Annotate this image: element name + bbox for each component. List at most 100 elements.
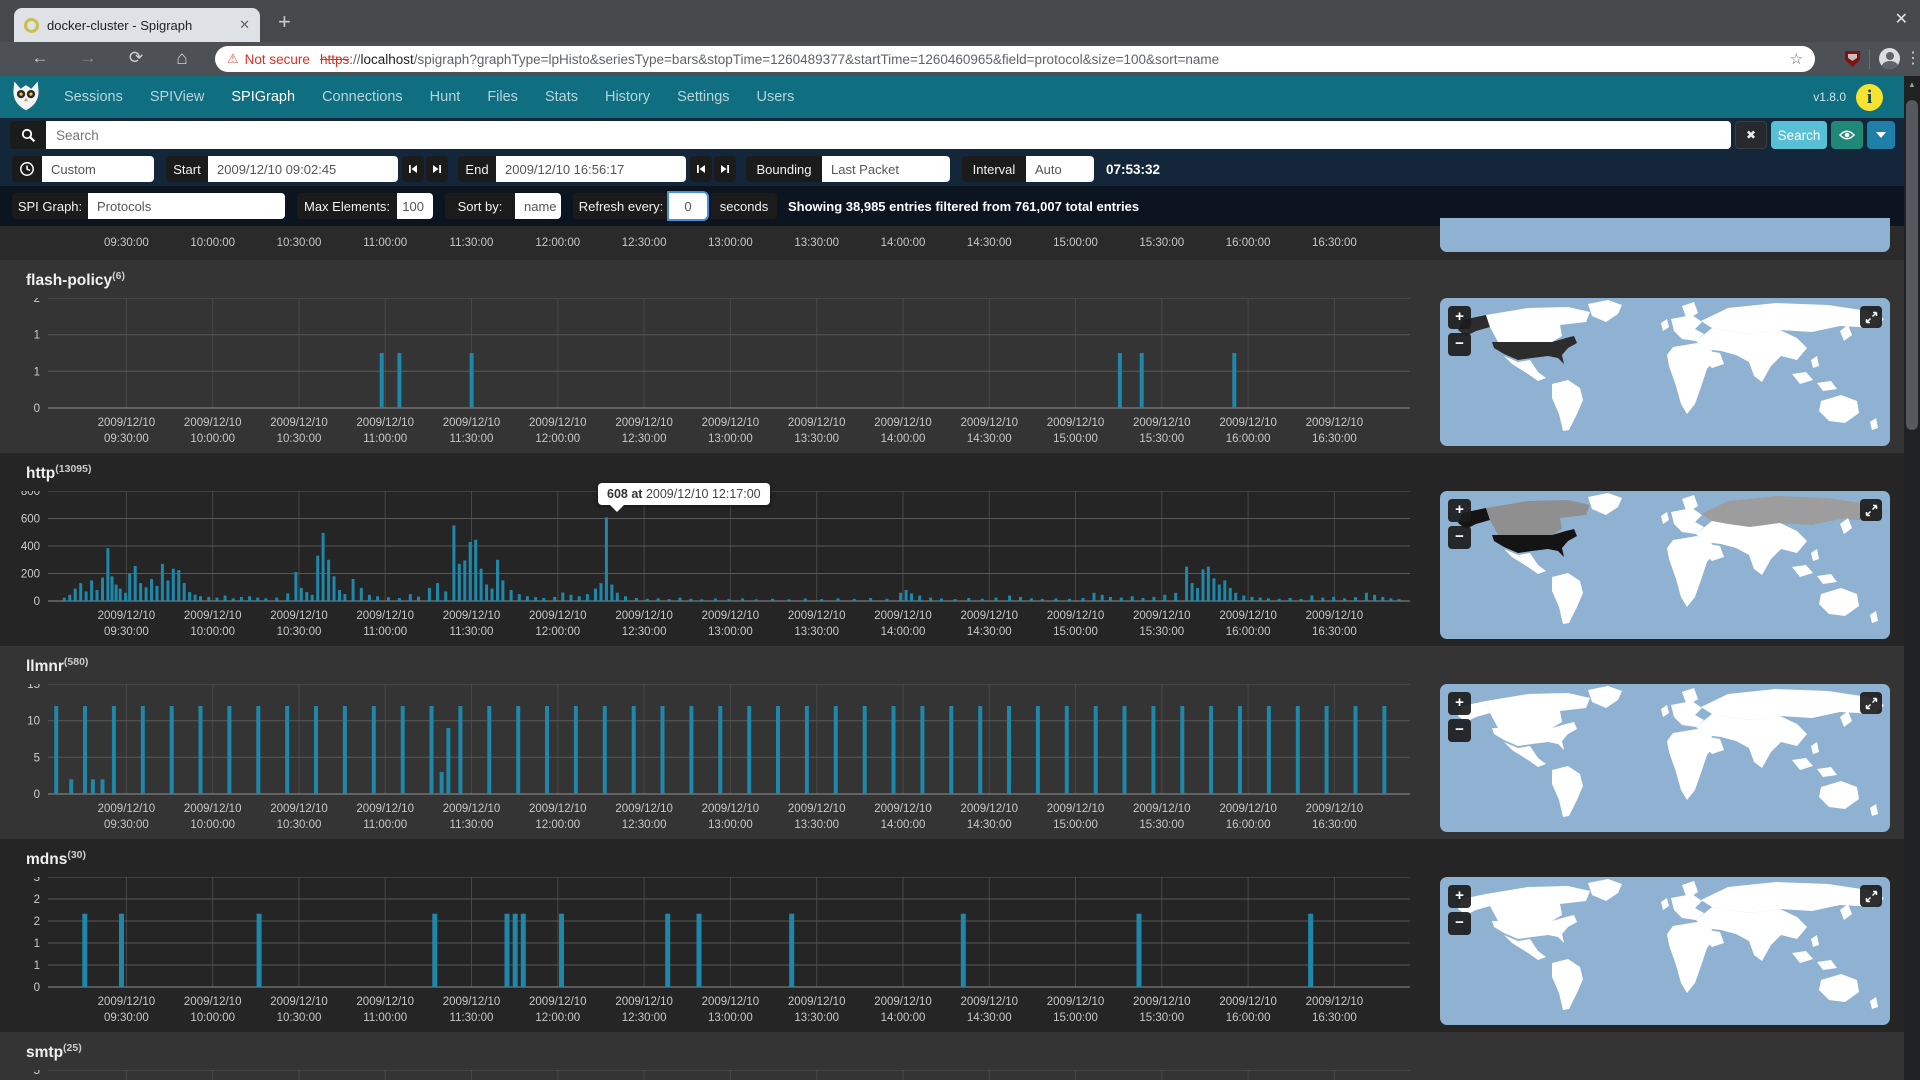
nav-item-history[interactable]: History xyxy=(605,89,650,105)
browser-tab[interactable]: docker-cluster - Spigraph ✕ xyxy=(14,8,260,42)
map-expand-icon[interactable] xyxy=(1860,306,1882,328)
svg-text:2009/12/10: 2009/12/10 xyxy=(98,417,156,429)
svg-text:2009/12/10: 2009/12/10 xyxy=(1219,610,1277,622)
country-russia xyxy=(1701,882,1884,913)
search-button[interactable]: Search xyxy=(1771,121,1827,149)
map-expand-icon[interactable] xyxy=(1860,885,1882,907)
start-time-input[interactable]: 2009/12/10 09:02:45 xyxy=(208,156,398,182)
end-step-forward-icon[interactable] xyxy=(714,156,736,182)
world-map-llmnr[interactable]: +− xyxy=(1440,684,1890,832)
nav-item-spiview[interactable]: SPIView xyxy=(150,89,205,105)
protocol-title-mdns[interactable]: mdns(30) xyxy=(26,849,86,869)
browser-menu-icon[interactable]: ⋮ xyxy=(1905,48,1920,68)
new-tab-button[interactable]: + xyxy=(278,9,291,35)
address-bar[interactable]: ⚠ Not secure https :// localhost /spigra… xyxy=(215,46,1815,72)
map-expand-icon[interactable] xyxy=(1860,499,1882,521)
nav-item-sessions[interactable]: Sessions xyxy=(64,89,123,105)
forward-icon[interactable]: → xyxy=(76,48,100,68)
map-expand-icon[interactable] xyxy=(1860,692,1882,714)
map-zoom-out-button[interactable]: − xyxy=(1448,912,1471,935)
svg-text:2009/12/10: 2009/12/10 xyxy=(1306,996,1364,1008)
svg-text:12:00:00: 12:00:00 xyxy=(535,626,580,638)
url-path: /spigraph?graphType=lpHisto&seriesType=b… xyxy=(414,52,1219,67)
country-greenland xyxy=(1588,686,1622,708)
country-japan xyxy=(1840,518,1852,534)
chart-http[interactable]: 80060040020002009/12/1009:30:002009/12/1… xyxy=(0,491,1432,641)
country-europe xyxy=(1671,508,1704,534)
refresh-every-input[interactable]: 0 xyxy=(669,193,707,219)
nav-item-users[interactable]: Users xyxy=(757,89,795,105)
protocol-title-flash-policy[interactable]: flash-policy(6) xyxy=(26,270,125,290)
svg-text:600: 600 xyxy=(21,514,40,526)
svg-text:3: 3 xyxy=(34,877,40,884)
map-zoom-out-button[interactable]: − xyxy=(1448,719,1471,742)
not-secure-label[interactable]: Not secure xyxy=(245,52,310,67)
map-zoom-in-button[interactable]: + xyxy=(1448,885,1471,908)
eye-view-button[interactable] xyxy=(1831,121,1863,149)
bookmark-star-icon[interactable]: ☆ xyxy=(1790,50,1803,68)
max-elements-input[interactable]: 100 xyxy=(397,193,433,219)
start-step-back-icon[interactable] xyxy=(402,156,424,182)
map-zoom-out-button[interactable]: − xyxy=(1448,526,1471,549)
protocol-title-http[interactable]: http(13095) xyxy=(26,463,91,483)
svg-text:15:00:00: 15:00:00 xyxy=(1053,819,1098,831)
world-map-mdns[interactable]: +− xyxy=(1440,877,1890,1025)
reload-icon[interactable]: ⟳ xyxy=(124,48,148,68)
end-time-input[interactable]: 2009/12/10 16:56:17 xyxy=(496,156,686,182)
map-zoom-in-button[interactable]: + xyxy=(1448,499,1471,522)
chart-llmnr[interactable]: 1510502009/12/1009:30:002009/12/1010:00:… xyxy=(0,684,1432,834)
world-map-http[interactable]: +− xyxy=(1440,491,1890,639)
nav-item-files[interactable]: Files xyxy=(487,89,518,105)
country-uk xyxy=(1661,319,1669,331)
interval-select[interactable]: Auto xyxy=(1026,156,1094,182)
spi-graph-label: SPI Graph: xyxy=(12,193,88,219)
bounding-select[interactable]: Last Packet xyxy=(822,156,950,182)
country-russia xyxy=(1701,689,1884,720)
tab-close-icon[interactable]: ✕ xyxy=(231,17,250,33)
country-south-america xyxy=(1552,380,1583,431)
start-label: Start xyxy=(166,156,208,182)
page-scrollbar[interactable]: ▲ xyxy=(1904,76,1920,1080)
sort-by-select[interactable]: name xyxy=(515,193,561,219)
search-actions-dropdown[interactable] xyxy=(1867,121,1895,149)
protocol-title-llmnr[interactable]: llmnr(580) xyxy=(26,656,88,676)
svg-text:1: 1 xyxy=(34,960,40,972)
nav-item-hunt[interactable]: Hunt xyxy=(430,89,461,105)
svg-text:11:00:00: 11:00:00 xyxy=(363,1012,407,1024)
protocol-title-smtp[interactable]: smtp(25) xyxy=(26,1042,82,1062)
nav-item-stats[interactable]: Stats xyxy=(545,89,578,105)
adblock-extension-icon[interactable] xyxy=(1845,51,1860,67)
svg-text:2009/12/10: 2009/12/10 xyxy=(443,610,501,622)
info-icon[interactable]: i xyxy=(1856,84,1883,111)
moloch-owl-logo[interactable] xyxy=(8,77,44,118)
svg-text:15:00:00: 15:00:00 xyxy=(1053,1012,1098,1024)
map-zoom-in-button[interactable]: + xyxy=(1448,306,1471,329)
world-map-flash-policy[interactable]: +− xyxy=(1440,298,1890,446)
spi-graph-type-select[interactable]: Protocols xyxy=(88,193,285,219)
chart-smtp[interactable]: 5 xyxy=(0,1070,1432,1080)
chart-mdns[interactable]: 3221102009/12/1009:30:002009/12/1010:00:… xyxy=(0,877,1432,1027)
back-icon[interactable]: ← xyxy=(28,48,52,68)
clear-search-button[interactable]: ✖ xyxy=(1735,121,1767,149)
svg-text:2009/12/10: 2009/12/10 xyxy=(529,803,587,815)
country-south-america xyxy=(1552,573,1583,624)
start-step-forward-icon[interactable] xyxy=(426,156,448,182)
scrollbar-thumb[interactable] xyxy=(1906,100,1918,430)
map-zoom-out-button[interactable]: − xyxy=(1448,333,1471,356)
map-zoom-in-button[interactable]: + xyxy=(1448,692,1471,715)
nav-item-spigraph[interactable]: SPIGraph xyxy=(231,89,295,105)
world-map-sliver[interactable] xyxy=(1440,218,1890,252)
search-input[interactable] xyxy=(46,121,1731,149)
scroll-up-icon[interactable]: ▲ xyxy=(1904,76,1920,94)
window-close-button[interactable]: ✕ xyxy=(1895,9,1908,29)
nav-item-settings[interactable]: Settings xyxy=(677,89,729,105)
svg-text:11:30:00: 11:30:00 xyxy=(450,237,494,249)
country-mexico xyxy=(1504,935,1546,960)
time-range-select[interactable]: Custom xyxy=(42,156,154,182)
svg-text:2009/12/10: 2009/12/10 xyxy=(1133,996,1191,1008)
end-step-back-icon[interactable] xyxy=(690,156,712,182)
home-icon[interactable]: ⌂ xyxy=(170,48,194,70)
profile-avatar[interactable] xyxy=(1879,48,1900,69)
chart-flash-policy[interactable]: 21102009/12/1009:30:002009/12/1010:00:00… xyxy=(0,298,1432,448)
nav-item-connections[interactable]: Connections xyxy=(322,89,403,105)
